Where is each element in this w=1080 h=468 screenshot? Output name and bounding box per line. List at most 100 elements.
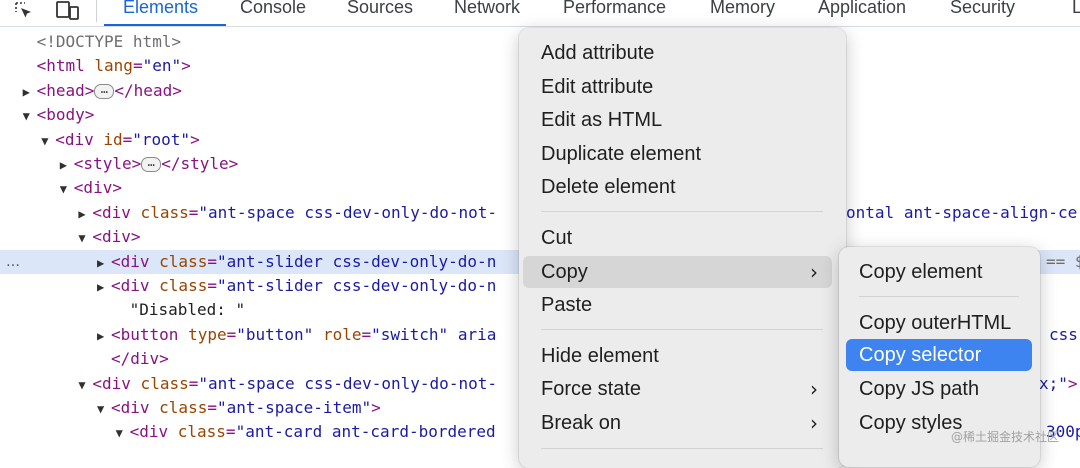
dom-node: "Disabled: "	[116, 298, 246, 322]
dom-node-code: <div class="ant-space-item">	[111, 398, 381, 417]
dom-node: ▼ <div class="ant-card ant-card-bordered	[116, 420, 496, 445]
collapsed-content-ellipsis-icon[interactable]: …	[141, 156, 162, 172]
row-actions-icon[interactable]: …	[6, 250, 20, 274]
tab-console[interactable]: Console	[240, 0, 306, 20]
menu-item-force-state[interactable]: Force state ›	[523, 373, 832, 405]
submenu-item-label: Copy outerHTML	[859, 312, 1012, 334]
menu-item-label: Duplicate element	[541, 143, 702, 165]
dom-node: ▼ <div class="ant-space-item">	[97, 396, 381, 421]
dom-node: ▶ <style>… </style>	[60, 152, 239, 177]
menu-item-copy[interactable]: Copy ›	[523, 256, 832, 288]
expand-arrow-icon[interactable]: ▶	[97, 324, 111, 348]
dom-node-code: <div class="ant-slider css-dev-only-do-n	[111, 276, 497, 295]
dom-node-code: <div class="ant-slider css-dev-only-do-n	[111, 251, 497, 271]
submenu-chevron-icon: ›	[810, 411, 818, 435]
dom-node-code: <style>	[73, 154, 142, 173]
menu-item-hide-element[interactable]: Hide element	[523, 340, 832, 372]
dom-node-code: <!DOCTYPE html>	[36, 32, 182, 51]
tab-sources[interactable]: Sources	[347, 0, 413, 20]
expand-arrow-icon[interactable]: ▶	[60, 153, 74, 177]
dom-node-code: "Disabled: "	[129, 300, 246, 320]
active-tab-indicator	[104, 24, 226, 26]
inspect-element-icon[interactable]	[12, 0, 38, 22]
collapse-arrow-icon[interactable]: ▼	[23, 104, 37, 128]
dom-node-code: <div>	[92, 227, 141, 247]
dom-node-code: <div>	[73, 178, 122, 198]
context-menu: Add attribute Edit attribute Edit as HTML D…	[519, 28, 846, 468]
menu-item-edit-as-html[interactable]: Edit as HTML	[523, 104, 832, 136]
menu-item-duplicate-element[interactable]: Duplicate element	[523, 138, 832, 170]
dom-node: ▶ <head>… </head>	[23, 79, 182, 104]
submenu-item-label: Copy element	[859, 261, 983, 283]
tab-application[interactable]: Application	[818, 0, 906, 20]
dom-node: <!DOCTYPE html>	[23, 30, 182, 54]
menu-item-label: Break on	[541, 412, 622, 434]
menu-item-label: Add attribute	[541, 42, 655, 64]
dom-node-code: <div class="ant-space css-dev-only-do-no…	[92, 373, 497, 393]
dom-node-overflow-text: x;">	[1039, 373, 1078, 393]
dom-node: ▼ <div class="ant-space css-dev-only-do-n…	[78, 372, 497, 397]
dom-node: ▶ <div class="ant-slider css-dev-only-do-…	[97, 274, 496, 299]
watermark: @稀土掘金技术社区	[951, 430, 1060, 444]
menu-item-label: Edit as HTML	[541, 109, 663, 131]
submenu-chevron-icon: ›	[810, 377, 818, 401]
menu-item-cut[interactable]: Cut	[523, 222, 832, 254]
submenu-item-label: Copy selector	[859, 344, 982, 366]
submenu-item-copy-js-path[interactable]: Copy JS path	[846, 373, 1032, 405]
collapse-arrow-icon[interactable]: ▼	[60, 177, 74, 201]
dom-node: </div>	[97, 347, 169, 371]
menu-item-paste[interactable]: Paste	[523, 289, 832, 321]
collapse-arrow-icon[interactable]: ▼	[116, 421, 130, 445]
menu-separator	[541, 448, 823, 449]
dom-node-closing-tag: </head>	[114, 80, 182, 100]
tab-security[interactable]: Security	[950, 0, 1015, 20]
menu-item-label: Edit attribute	[541, 76, 654, 98]
dom-node: ▼ <div>	[60, 176, 122, 201]
menu-item-label: Hide element	[541, 345, 659, 367]
menu-item-label: Paste	[541, 294, 593, 316]
menu-item-label: Copy	[541, 261, 588, 283]
submenu-item-copy-element[interactable]: Copy element	[846, 256, 1032, 288]
tab-memory[interactable]: Memory	[710, 0, 775, 20]
dom-node-code: <html lang="en">	[36, 56, 191, 76]
collapse-arrow-icon[interactable]: ▼	[78, 373, 92, 397]
dom-node-overflow-text: css-	[1049, 324, 1080, 344]
dom-node: ▶ <button type="button" role="switch" ari…	[97, 323, 496, 348]
menu-item-label: Cut	[541, 227, 573, 249]
dom-node-code: <div class="ant-card ant-card-bordered	[129, 422, 496, 442]
dom-node-code: <head>	[36, 80, 95, 100]
tab-network[interactable]: Network	[454, 0, 520, 20]
device-toolbar-icon[interactable]	[54, 0, 82, 22]
tab-overflow[interactable]: L	[1072, 0, 1080, 20]
devtools-tab-bar: Elements Console Sources Network Perform…	[0, 0, 1080, 27]
dom-node-code: </div>	[111, 349, 169, 369]
menu-item-break-on[interactable]: Break on ›	[523, 407, 832, 439]
tab-elements[interactable]: Elements	[123, 0, 198, 20]
dom-node: ▼ <body>	[23, 103, 95, 128]
dom-node-closing-tag: </style>	[161, 154, 239, 173]
submenu-chevron-icon: ›	[810, 260, 818, 284]
collapse-arrow-icon[interactable]: ▼	[41, 129, 55, 153]
expand-arrow-icon[interactable]: ▶	[97, 251, 111, 275]
menu-item-add-attribute[interactable]: Add attribute	[523, 37, 832, 69]
dom-node-code: <div class="ant-space css-dev-only-do-no…	[92, 202, 497, 222]
expand-arrow-icon[interactable]: ▶	[23, 80, 37, 104]
menu-separator	[859, 296, 1019, 297]
submenu-item-copy-selector[interactable]: Copy selector	[846, 339, 1032, 371]
menu-separator	[541, 211, 823, 212]
menu-item-delete-element[interactable]: Delete element	[523, 171, 832, 203]
dom-node: ▶ <div class="ant-space css-dev-only-do-n…	[78, 201, 497, 226]
expand-arrow-icon[interactable]: ▶	[78, 202, 92, 226]
menu-item-label: Force state	[541, 378, 642, 400]
menu-item-edit-attribute[interactable]: Edit attribute	[523, 71, 832, 103]
dom-node-code: <div id="root">	[55, 129, 200, 149]
submenu-item-copy-outerhtml[interactable]: Copy outerHTML	[846, 307, 1032, 339]
submenu-item-label: Copy JS path	[859, 378, 980, 400]
collapsed-content-ellipsis-icon[interactable]: …	[94, 83, 115, 99]
collapse-arrow-icon[interactable]: ▼	[78, 226, 92, 250]
tab-performance[interactable]: Performance	[563, 0, 666, 20]
dom-node-code: <button type="button" role="switch" aria	[111, 324, 497, 344]
collapse-arrow-icon[interactable]: ▼	[97, 397, 111, 421]
dom-node: ▼ <div>	[78, 225, 140, 250]
expand-arrow-icon[interactable]: ▶	[97, 275, 111, 299]
